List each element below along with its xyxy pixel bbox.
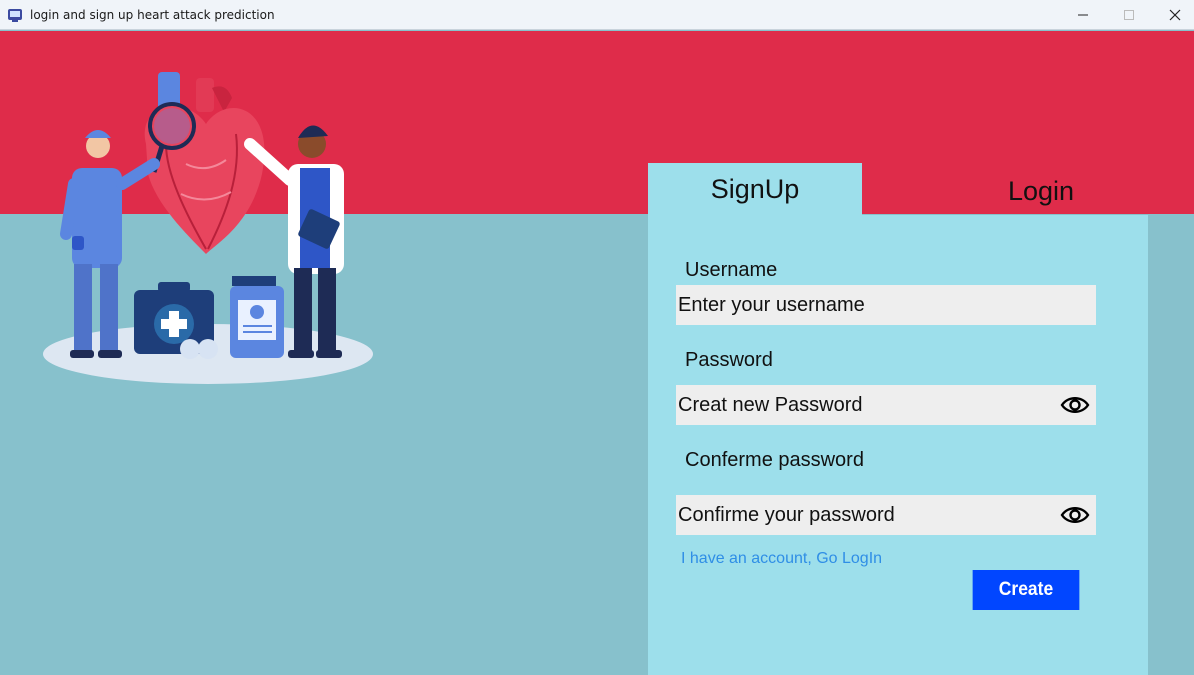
maximize-button[interactable] xyxy=(1106,0,1152,30)
password-field-box xyxy=(676,385,1096,425)
tab-login[interactable]: Login xyxy=(934,168,1148,214)
app-icon xyxy=(8,9,22,22)
confirm-password-label: Conferme password xyxy=(685,449,864,471)
password-input[interactable] xyxy=(676,385,1046,425)
window-title: login and sign up heart attack predictio… xyxy=(30,8,275,22)
heart-doctors-illustration xyxy=(43,72,373,384)
username-field-box xyxy=(676,285,1096,325)
minimize-icon xyxy=(1078,14,1088,16)
username-label: Username xyxy=(685,259,778,281)
eye-icon xyxy=(1060,397,1090,413)
tab-signup[interactable]: SignUp xyxy=(648,163,862,215)
username-input[interactable] xyxy=(676,285,1096,325)
create-button[interactable]: Create xyxy=(972,570,1080,610)
close-button[interactable] xyxy=(1152,0,1194,30)
confirm-password-input[interactable] xyxy=(676,495,1046,535)
show-confirm-password-button[interactable] xyxy=(1060,501,1090,529)
maximize-icon xyxy=(1124,10,1134,20)
eye-icon xyxy=(1060,507,1090,523)
password-label: Password xyxy=(685,349,773,371)
show-password-button[interactable] xyxy=(1060,391,1090,419)
goto-login-link[interactable]: I have an account, Go LogIn xyxy=(681,550,882,568)
minimize-button[interactable] xyxy=(1060,0,1106,30)
close-icon xyxy=(1169,9,1181,21)
confirm-password-field-box xyxy=(676,495,1096,535)
window-titlebar: login and sign up heart attack predictio… xyxy=(0,0,1194,30)
